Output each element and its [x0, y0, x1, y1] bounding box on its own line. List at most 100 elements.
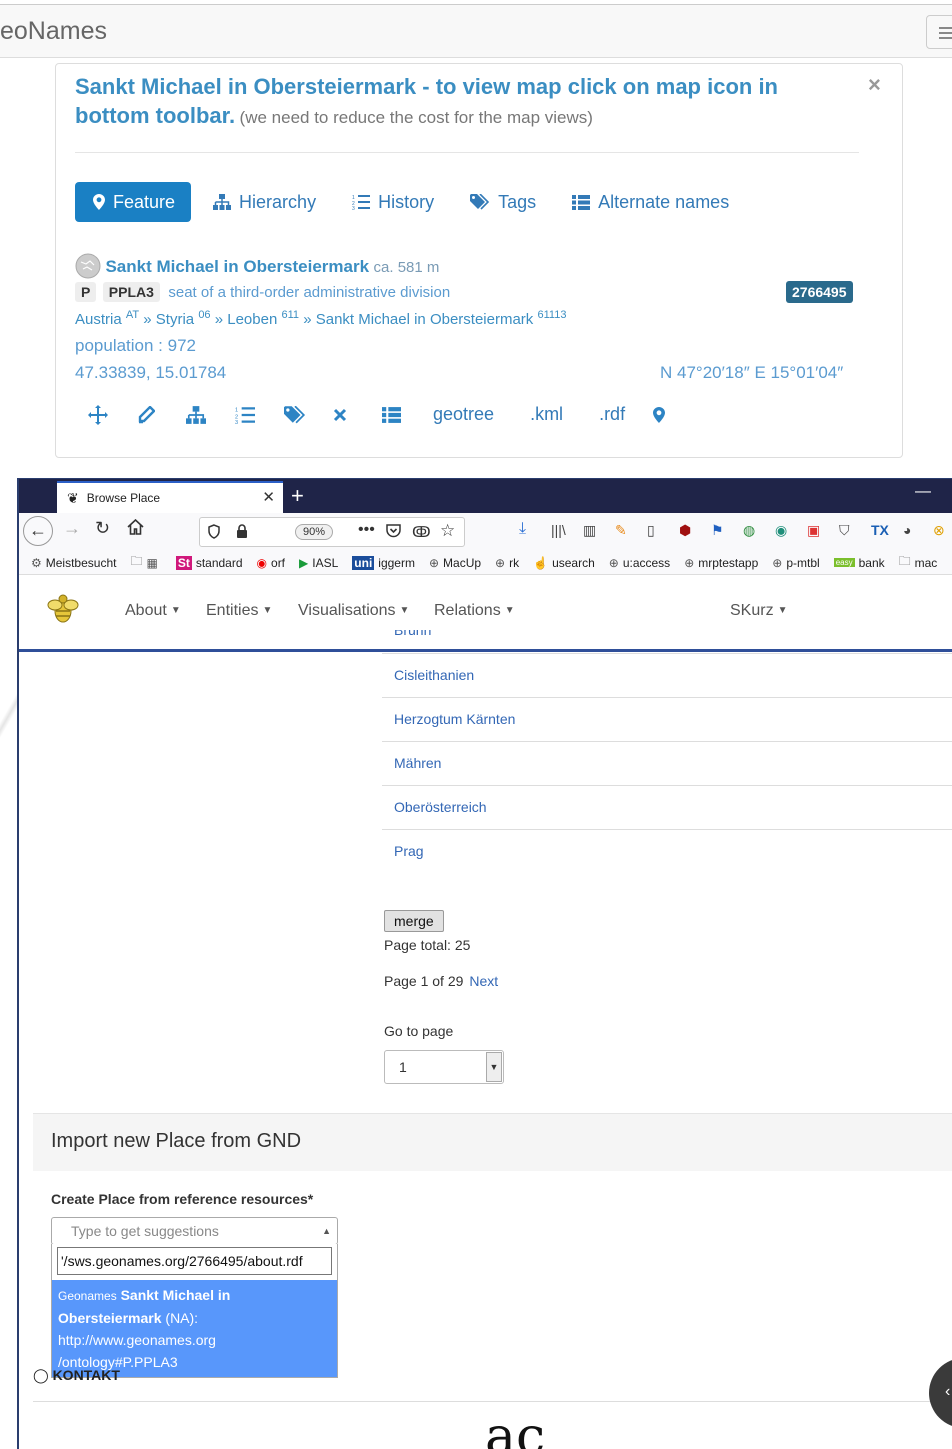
bookmark-bank[interactable]: easy bank: [833, 556, 885, 570]
suggestion-search-input[interactable]: '/sws.geonames.org/2766495/about.rdf: [57, 1247, 332, 1275]
kontakt-link[interactable]: ◯ KONTAKT: [33, 1367, 120, 1384]
extension-doc-icon[interactable]: ▯: [647, 522, 655, 539]
extension-camera-icon[interactable]: ◉: [775, 522, 787, 539]
next-page-link[interactable]: Next: [469, 973, 498, 989]
crumb-separator: »: [214, 311, 224, 328]
extension-tx-icon[interactable]: TX: [871, 522, 889, 538]
extension-bell-icon[interactable]: ⚑: [711, 522, 724, 539]
fingerprint-icon[interactable]: ↂ: [412, 523, 431, 541]
feature-description: seat of a third-order administrative div…: [168, 284, 451, 301]
home-icon[interactable]: [127, 518, 144, 540]
tab-alternate-names[interactable]: Alternate names: [560, 182, 741, 222]
geonames-brand[interactable]: eoNames: [0, 17, 107, 46]
crumb-austria[interactable]: Austria: [75, 311, 122, 328]
page-actions-icon[interactable]: •••: [358, 521, 375, 539]
pocket-icon[interactable]: [386, 524, 401, 543]
new-tab-icon[interactable]: +: [291, 483, 304, 509]
tags-icon[interactable]: [284, 405, 333, 424]
bottom-toolbar: 123 geotree .kml .rdf: [88, 404, 702, 425]
url-bar[interactable]: 90% ••• ↂ ☆: [199, 517, 465, 547]
move-icon[interactable]: [88, 404, 137, 425]
browser-tab[interactable]: ❦ Browse Place ✕: [57, 481, 283, 513]
list-ordered-icon[interactable]: 123: [235, 406, 284, 424]
bookmark-iasl[interactable]: ▶ IASL: [299, 556, 338, 570]
map-marker-icon[interactable]: [653, 406, 702, 423]
extension-pen-icon[interactable]: ✎: [615, 522, 627, 539]
list-item[interactable]: Oberösterreich: [382, 785, 952, 829]
tab-hierarchy[interactable]: Hierarchy: [201, 182, 328, 222]
bookmark-folder[interactable]: 🗀 ▦: [130, 552, 161, 573]
bookmark-mac[interactable]: 🗀 mac: [899, 552, 938, 573]
list-item[interactable]: Herzogtum Kärnten: [382, 697, 952, 741]
bookmark-usearch[interactable]: ☝ usearch: [533, 556, 595, 570]
list-item[interactable]: Brünn: [382, 630, 952, 653]
merge-button[interactable]: merge: [384, 910, 444, 932]
bookmark-macup[interactable]: ⊕ MacUp: [429, 556, 481, 570]
lock-icon[interactable]: [236, 524, 248, 544]
extension-more-icon[interactable]: ⊗: [933, 522, 945, 539]
back-arrow-icon[interactable]: ←: [23, 516, 53, 546]
bookmark-p-mtbl[interactable]: ⊕ p-mtbl: [772, 556, 819, 570]
menu-user[interactable]: SKurz ▼: [730, 602, 787, 620]
download-icon[interactable]: ⤓: [519, 520, 526, 538]
menu-relations[interactable]: Relations ▼: [434, 602, 515, 620]
geotree-link[interactable]: geotree: [433, 404, 494, 425]
rdf-link[interactable]: .rdf: [599, 404, 625, 425]
tab-tags[interactable]: Tags: [458, 182, 548, 222]
account-icon[interactable]: ◕: [903, 522, 911, 538]
wikipedia-icon[interactable]: [75, 253, 101, 279]
tab-alternate-names-label: Alternate names: [598, 191, 730, 212]
bookmark-mrptestapp[interactable]: ⊕ mrptestapp: [684, 556, 758, 570]
sitemap-icon[interactable]: [186, 405, 235, 424]
crumb-leoben[interactable]: Leoben: [227, 311, 277, 328]
app-logo-bee-icon[interactable]: [47, 594, 79, 629]
edit-pencil-icon[interactable]: [137, 405, 186, 424]
bookmark-uaccess[interactable]: ⊕ u:access: [609, 556, 670, 570]
menu-entities[interactable]: Entities ▼: [206, 602, 272, 620]
menu-about[interactable]: About ▼: [125, 602, 181, 620]
suggestion-option[interactable]: Geonames Sankt Michael in Obersteiermark…: [52, 1280, 337, 1377]
close-icon[interactable]: ×: [868, 72, 881, 98]
tab-feature[interactable]: Feature: [75, 182, 192, 222]
bookmark-iggerm[interactable]: uni iggerm: [352, 555, 415, 570]
crumb-styria[interactable]: Styria: [156, 311, 194, 328]
tab-history[interactable]: 123 History: [340, 182, 446, 222]
bookmark-standard[interactable]: St standard: [175, 555, 243, 570]
scroll-up-button[interactable]: ‹: [929, 1358, 952, 1428]
menu-visualisations[interactable]: Visualisations ▼: [298, 602, 409, 620]
tab-feature-label: Feature: [113, 191, 176, 212]
list-icon[interactable]: [382, 406, 433, 423]
navbar-toggle-button[interactable]: [926, 15, 952, 49]
minimize-icon[interactable]: —: [915, 483, 931, 501]
extension-shield-icon[interactable]: ⛉: [839, 522, 850, 539]
reload-icon[interactable]: ↻: [95, 518, 110, 539]
bookmark-star-icon[interactable]: ☆: [440, 521, 455, 541]
ublock-icon[interactable]: ⬢: [679, 522, 691, 539]
tags-icon: [470, 194, 490, 210]
extension-p-icon[interactable]: ▣: [807, 522, 820, 539]
bookmark-meistbesucht[interactable]: ⚙ Meistbesucht: [31, 556, 116, 570]
reference-select[interactable]: Type to get suggestions ▲: [51, 1217, 338, 1245]
chevron-left-icon: ‹: [945, 1383, 951, 1400]
crumb-sankt-michael[interactable]: Sankt Michael in Obersteiermark: [316, 311, 534, 328]
kml-link[interactable]: .kml: [530, 404, 563, 425]
chevron-down-icon[interactable]: ▼: [486, 1052, 502, 1082]
kontakt-label: KONTAKT: [52, 1367, 120, 1383]
bookmark-rk[interactable]: ⊕ rk: [495, 556, 519, 570]
list-item[interactable]: Cisleithanien: [382, 653, 952, 697]
menu-label: Visualisations: [298, 602, 396, 619]
list-item[interactable]: Mähren: [382, 741, 952, 785]
goto-page-select[interactable]: 1 ▼: [384, 1050, 504, 1084]
library-icon[interactable]: |||\: [551, 522, 566, 538]
bookmark-orf[interactable]: ◉ orf: [257, 556, 286, 570]
shield-icon[interactable]: [208, 524, 220, 544]
close-icon[interactable]: [333, 408, 382, 422]
place-name-link[interactable]: Sankt Michael in Obersteiermark: [105, 257, 369, 276]
tab-close-icon[interactable]: ✕: [262, 488, 275, 506]
menu-label: About: [125, 602, 167, 619]
list-item[interactable]: Prag: [382, 829, 952, 873]
zoom-level[interactable]: 90%: [295, 524, 334, 540]
sidebar-icon[interactable]: ▥: [583, 522, 596, 539]
forward-arrow-icon[interactable]: →: [63, 518, 81, 539]
extension-globe-icon[interactable]: ◍: [743, 522, 755, 539]
